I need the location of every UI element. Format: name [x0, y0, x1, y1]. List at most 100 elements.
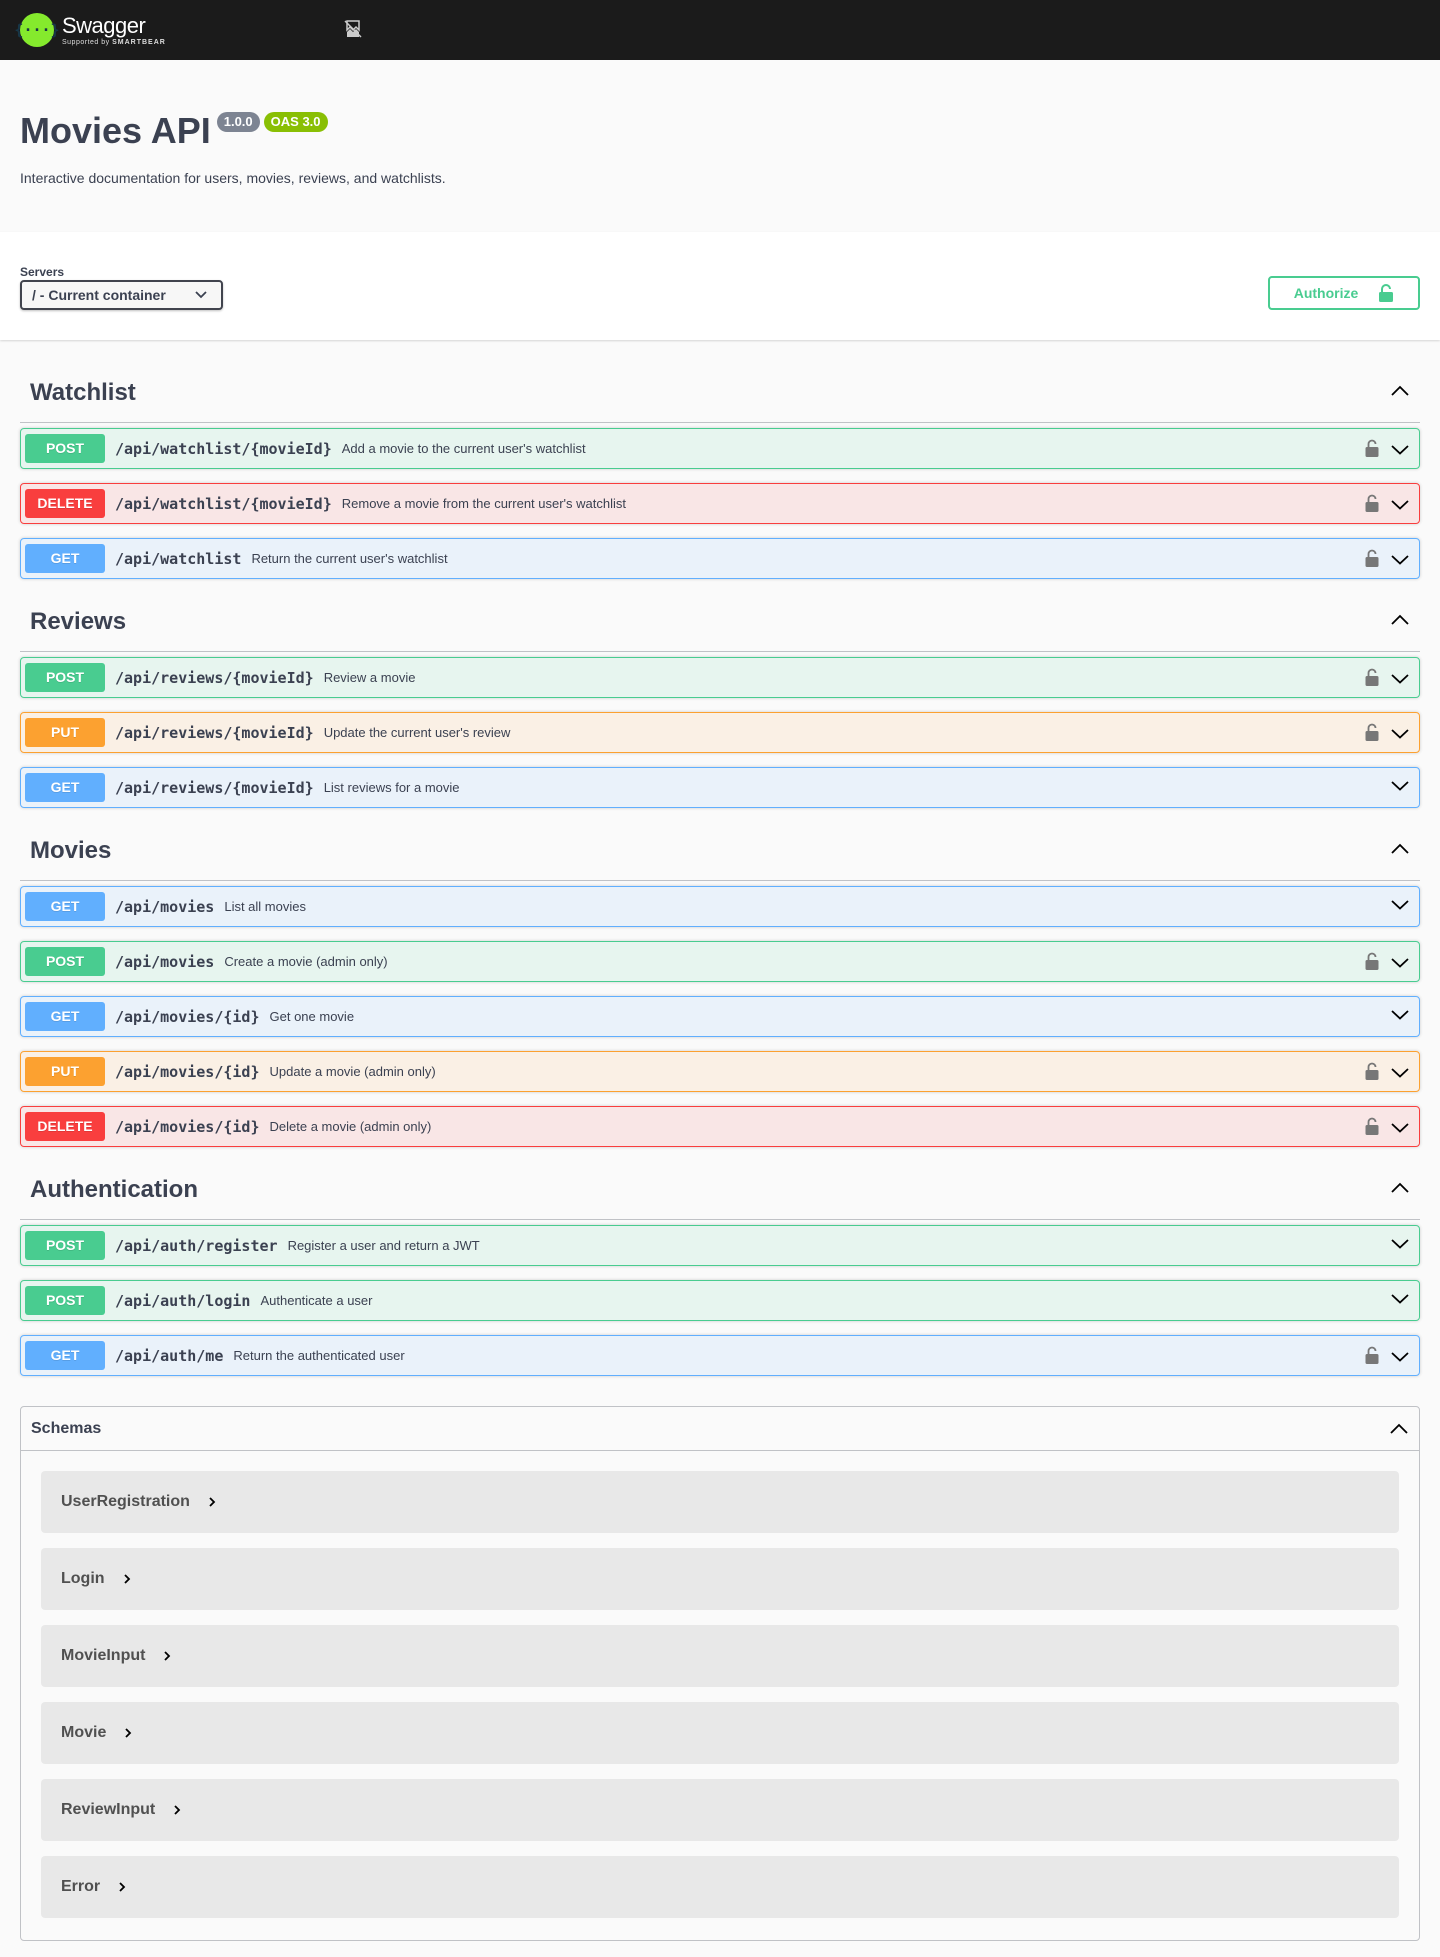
chevron-down-icon[interactable] [1391, 726, 1409, 744]
chevron-down-icon[interactable] [1391, 1065, 1409, 1083]
schema-name: MovieInput [61, 1647, 146, 1664]
lock-icon[interactable] [1365, 439, 1379, 462]
chevron-down-icon[interactable] [1391, 778, 1409, 796]
schema-item[interactable]: ReviewInput [41, 1779, 1399, 1841]
chevron-down-icon[interactable] [1391, 671, 1409, 689]
chevron-down-icon[interactable] [1391, 1291, 1409, 1309]
lock-icon[interactable] [1365, 952, 1379, 975]
schemas-list: UserRegistration Login MovieInput Movie Revi… [21, 1451, 1419, 1918]
operation-post[interactable]: POST/api/auth/login Authenticate a user [20, 1280, 1420, 1321]
method-badge: POST [25, 1286, 105, 1315]
operation-get[interactable]: GET/api/movies List all movies [20, 886, 1420, 927]
swagger-logo[interactable]: {···} Swagger Supported by SMARTBEAR [14, 12, 166, 47]
operation-summary: List reviews for a movie [323, 780, 460, 795]
schema-item[interactable]: Movie [41, 1702, 1399, 1764]
chevron-down-icon[interactable] [1391, 1007, 1409, 1025]
operation-summary: Delete a movie (admin only) [269, 1119, 432, 1134]
operation-icons [1365, 549, 1409, 572]
chevron-down-icon[interactable] [1391, 442, 1409, 460]
schemas-title: Schemas [31, 1419, 102, 1437]
operation-summary: Remove a movie from the current user's w… [341, 496, 626, 511]
scheme-container: Servers / - Current container Authorize [0, 232, 1440, 340]
lock-icon[interactable] [1365, 549, 1379, 572]
chevron-up-icon[interactable] [1390, 1181, 1410, 1199]
lock-icon[interactable] [1365, 1062, 1379, 1085]
chevron-right-icon [124, 1727, 132, 1739]
logo-sub-brand: SMARTBEAR [112, 38, 166, 46]
operation-icons [1391, 897, 1409, 915]
chevron-down-icon[interactable] [1391, 497, 1409, 515]
chevron-up-icon[interactable] [1390, 842, 1410, 860]
logo-brand: Swagger [62, 12, 146, 38]
method-badge: GET [25, 544, 105, 573]
lock-icon[interactable] [1365, 723, 1379, 746]
operation-delete[interactable]: DELETE/api/watchlist/{movieId} Remove a m… [20, 483, 1420, 524]
tag-header-reviews[interactable]: Reviews [20, 593, 1420, 652]
operation-icons [1365, 1117, 1409, 1140]
schema-item[interactable]: Error [41, 1856, 1399, 1918]
operation-path: /api/watchlist [115, 549, 242, 568]
tag-title: Authentication [30, 1176, 198, 1203]
operation-get[interactable]: GET/api/auth/me Return the authenticated … [20, 1335, 1420, 1376]
lock-icon[interactable] [1365, 1117, 1379, 1140]
operation-icons [1391, 1236, 1409, 1254]
servers-select[interactable]: / - Current container [20, 280, 223, 310]
operation-post[interactable]: POST/api/auth/register Register a user an… [20, 1225, 1420, 1266]
lock-icon[interactable] [1365, 494, 1379, 517]
chevron-right-icon [123, 1573, 131, 1585]
chevron-down-icon[interactable] [1391, 1236, 1409, 1254]
operation-summary: Update a movie (admin only) [269, 1064, 436, 1079]
tag-title: Reviews [30, 608, 127, 635]
tag-header-authentication[interactable]: Authentication [20, 1161, 1420, 1220]
operation-path: /api/watchlist/{movieId} [115, 494, 332, 513]
operations-wrapper: Watchlist POST/api/watchlist/{movieId} Add… [0, 364, 1440, 1376]
method-badge: POST [25, 434, 105, 463]
page-title: Movies API [20, 110, 211, 151]
chevron-down-icon[interactable] [1391, 1349, 1409, 1367]
operation-icons [1365, 952, 1409, 975]
chevron-down-icon[interactable] [1391, 1120, 1409, 1138]
api-description: Interactive documentation for users, mov… [20, 170, 446, 186]
method-badge: DELETE [25, 1112, 105, 1141]
operation-summary: Authenticate a user [260, 1293, 373, 1308]
operation-summary: Add a movie to the current user's watchl… [341, 441, 586, 456]
operation-summary: Get one movie [269, 1009, 355, 1024]
schema-item[interactable]: MovieInput [41, 1625, 1399, 1687]
operation-put[interactable]: PUT/api/movies/{id} Update a movie (admin… [20, 1051, 1420, 1092]
operation-summary: Update the current user's review [323, 725, 511, 740]
chevron-down-icon[interactable] [1391, 552, 1409, 570]
lock-icon[interactable] [1365, 1346, 1379, 1369]
method-badge: DELETE [25, 489, 105, 518]
operation-icons [1365, 668, 1409, 691]
operation-summary: Register a user and return a JWT [287, 1238, 480, 1253]
operation-path: /api/watchlist/{movieId} [115, 439, 332, 458]
schemas-header[interactable]: Schemas [21, 1407, 1419, 1451]
schema-item[interactable]: Login [41, 1548, 1399, 1610]
chevron-up-icon[interactable] [1390, 384, 1410, 402]
unlocked-icon [1379, 284, 1394, 302]
operation-post[interactable]: POST/api/movies Create a movie (admin onl… [20, 941, 1420, 982]
chevron-down-icon[interactable] [1391, 955, 1409, 973]
lock-icon[interactable] [1365, 668, 1379, 691]
method-badge: PUT [25, 718, 105, 747]
operation-post[interactable]: POST/api/reviews/{movieId} Review a movie [20, 657, 1420, 698]
servers-selected-value: / - Current container [32, 287, 166, 303]
method-badge: POST [25, 947, 105, 976]
schema-item[interactable]: UserRegistration [41, 1471, 1399, 1533]
operation-delete[interactable]: DELETE/api/movies/{id} Delete a movie (ad… [20, 1106, 1420, 1147]
operation-get[interactable]: GET/api/reviews/{movieId} List reviews fo… [20, 767, 1420, 808]
tag-header-movies[interactable]: Movies [20, 822, 1420, 881]
schemas-section: Schemas UserRegistration Login MovieInput M… [20, 1406, 1420, 1941]
authorize-button[interactable]: Authorize [1268, 276, 1420, 310]
operation-icons [1391, 1007, 1409, 1025]
chevron-down-icon[interactable] [1391, 897, 1409, 915]
chevron-right-icon [118, 1881, 126, 1893]
operation-icons [1365, 1346, 1409, 1369]
operation-get[interactable]: GET/api/watchlist Return the current user… [20, 538, 1420, 579]
operation-path: /api/movies [115, 897, 215, 916]
operation-put[interactable]: PUT/api/reviews/{movieId} Update the curr… [20, 712, 1420, 753]
chevron-up-icon[interactable] [1390, 613, 1410, 631]
operation-post[interactable]: POST/api/watchlist/{movieId} Add a movie … [20, 428, 1420, 469]
tag-header-watchlist[interactable]: Watchlist [20, 364, 1420, 423]
operation-get[interactable]: GET/api/movies/{id} Get one movie [20, 996, 1420, 1037]
